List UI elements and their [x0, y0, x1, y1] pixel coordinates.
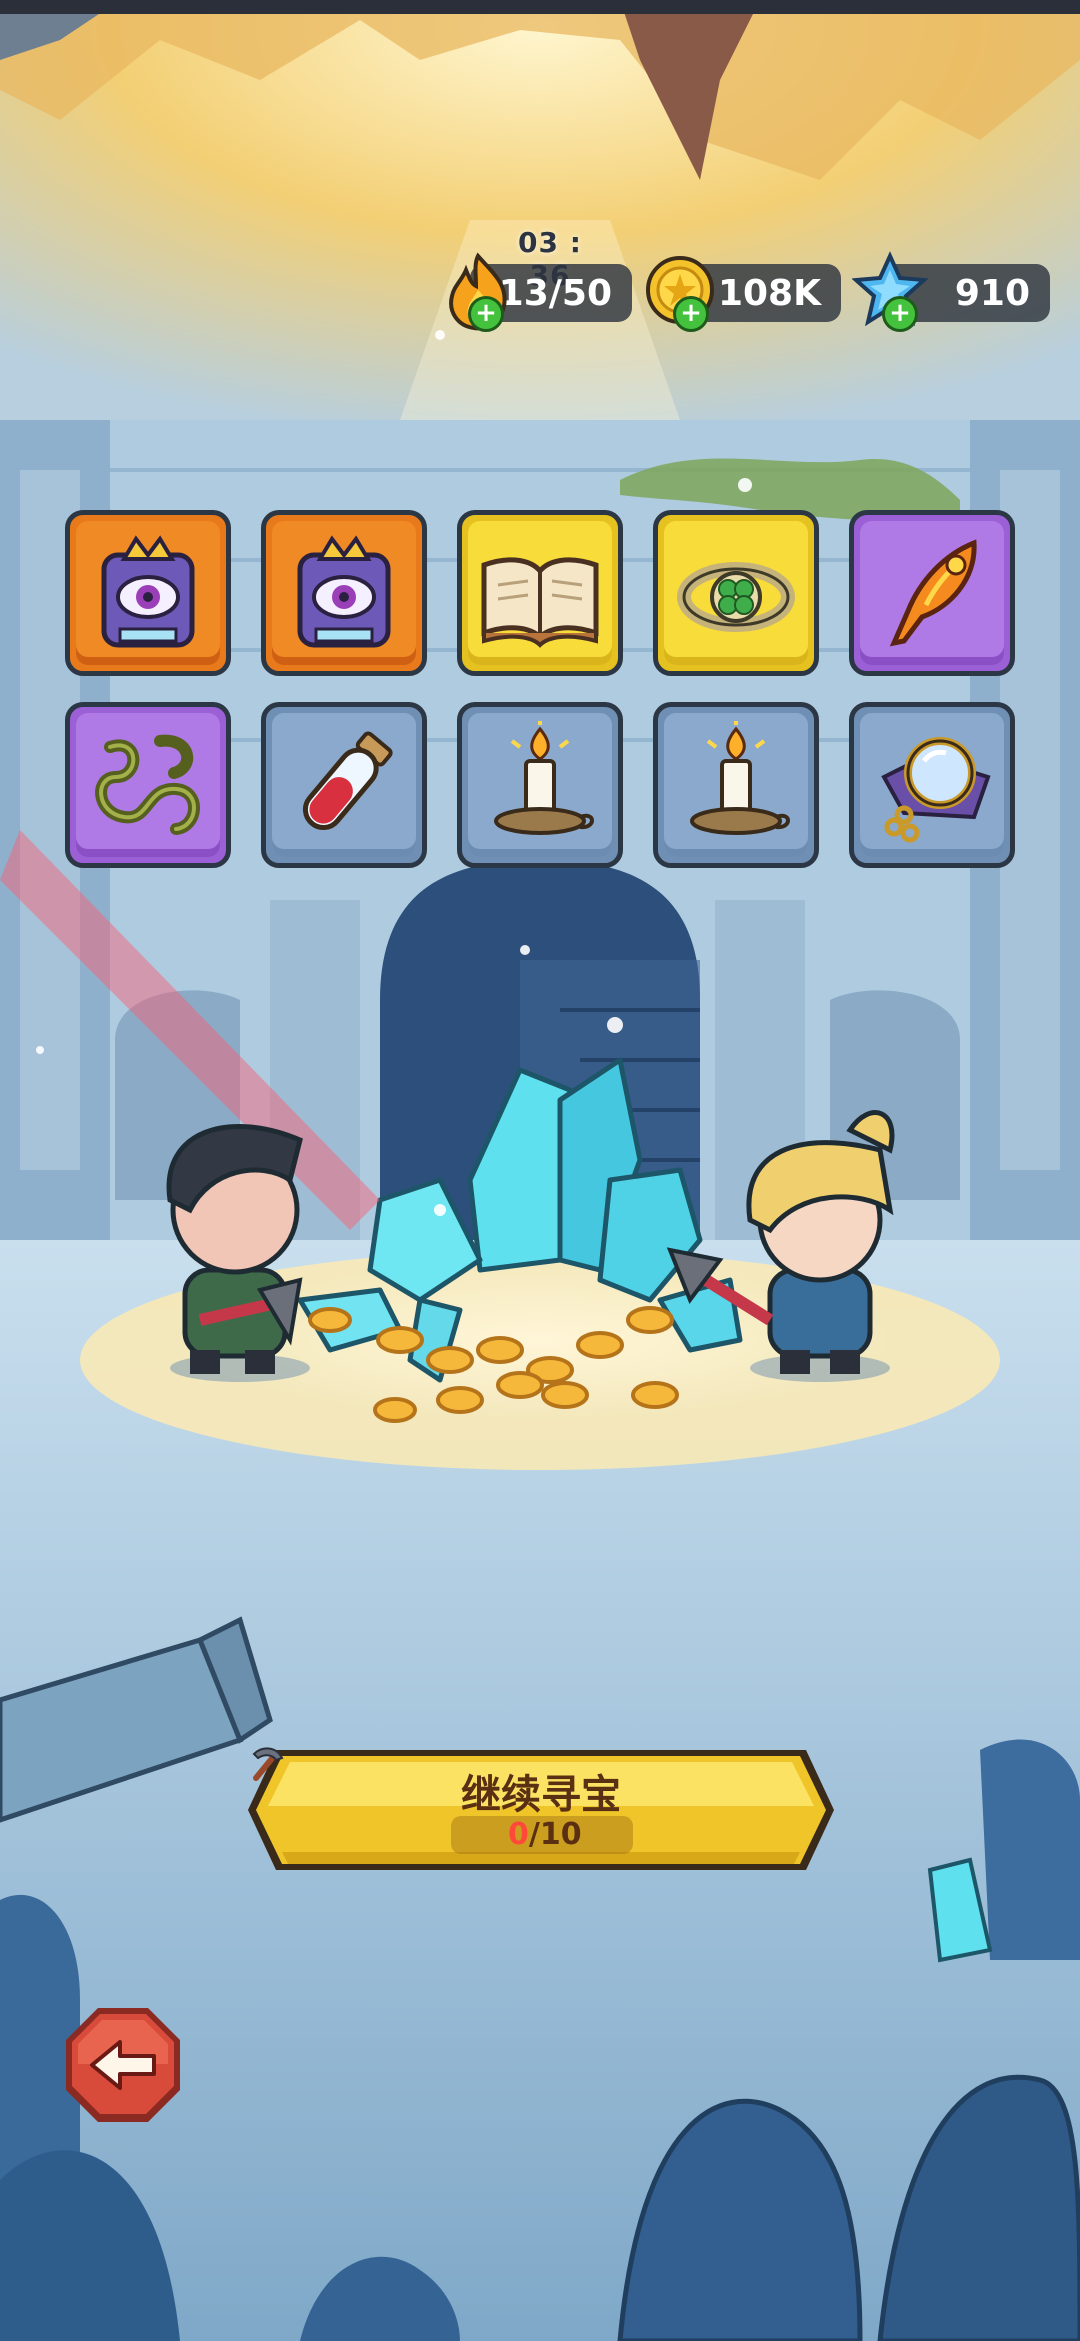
add-gold-button[interactable]: +	[673, 296, 709, 332]
clover-ring-icon	[677, 562, 795, 632]
item-slot-10[interactable]	[849, 702, 1015, 868]
item-slot-3[interactable]	[457, 510, 623, 676]
item-slot-9[interactable]	[653, 702, 819, 868]
item-slot-2[interactable]	[261, 510, 427, 676]
candle-icon	[494, 721, 594, 835]
continue-button-label: 继续寻宝	[461, 1772, 621, 1818]
open-book-icon	[481, 557, 599, 648]
candle-icon	[690, 721, 790, 835]
eye-crown-tome-icon	[101, 535, 195, 648]
item-slot-6[interactable]	[65, 702, 231, 868]
magnifier-pocket-watch-icon	[881, 737, 991, 843]
treasure-cave-scene: 03 : 36 13/50 + 108K + 910 +	[0, 0, 1080, 2341]
phoenix-feather-icon	[889, 539, 977, 647]
continue-treasure-hunt-button[interactable]: 继续寻宝 0/10	[246, 1744, 836, 1876]
item-slot-7[interactable]	[261, 702, 427, 868]
add-gems-button[interactable]: +	[882, 296, 918, 332]
dig-progress-count: 0/10	[508, 1817, 582, 1852]
add-energy-button[interactable]: +	[468, 296, 504, 332]
dig-progress-total: /10	[528, 1817, 582, 1852]
red-potion-icon	[302, 731, 393, 831]
cave-background	[0, 0, 1080, 2341]
item-slot-1[interactable]	[65, 510, 231, 676]
pickaxe-icon	[252, 1747, 284, 1781]
eye-crown-tome-icon	[297, 535, 391, 648]
item-slot-4[interactable]	[653, 510, 819, 676]
item-slot-5[interactable]	[849, 510, 1015, 676]
back-arrow-icon[interactable]	[62, 2004, 184, 2126]
thorn-vine-icon	[95, 734, 200, 835]
item-slot-8[interactable]	[457, 702, 623, 868]
dig-progress-current: 0	[508, 1817, 529, 1852]
